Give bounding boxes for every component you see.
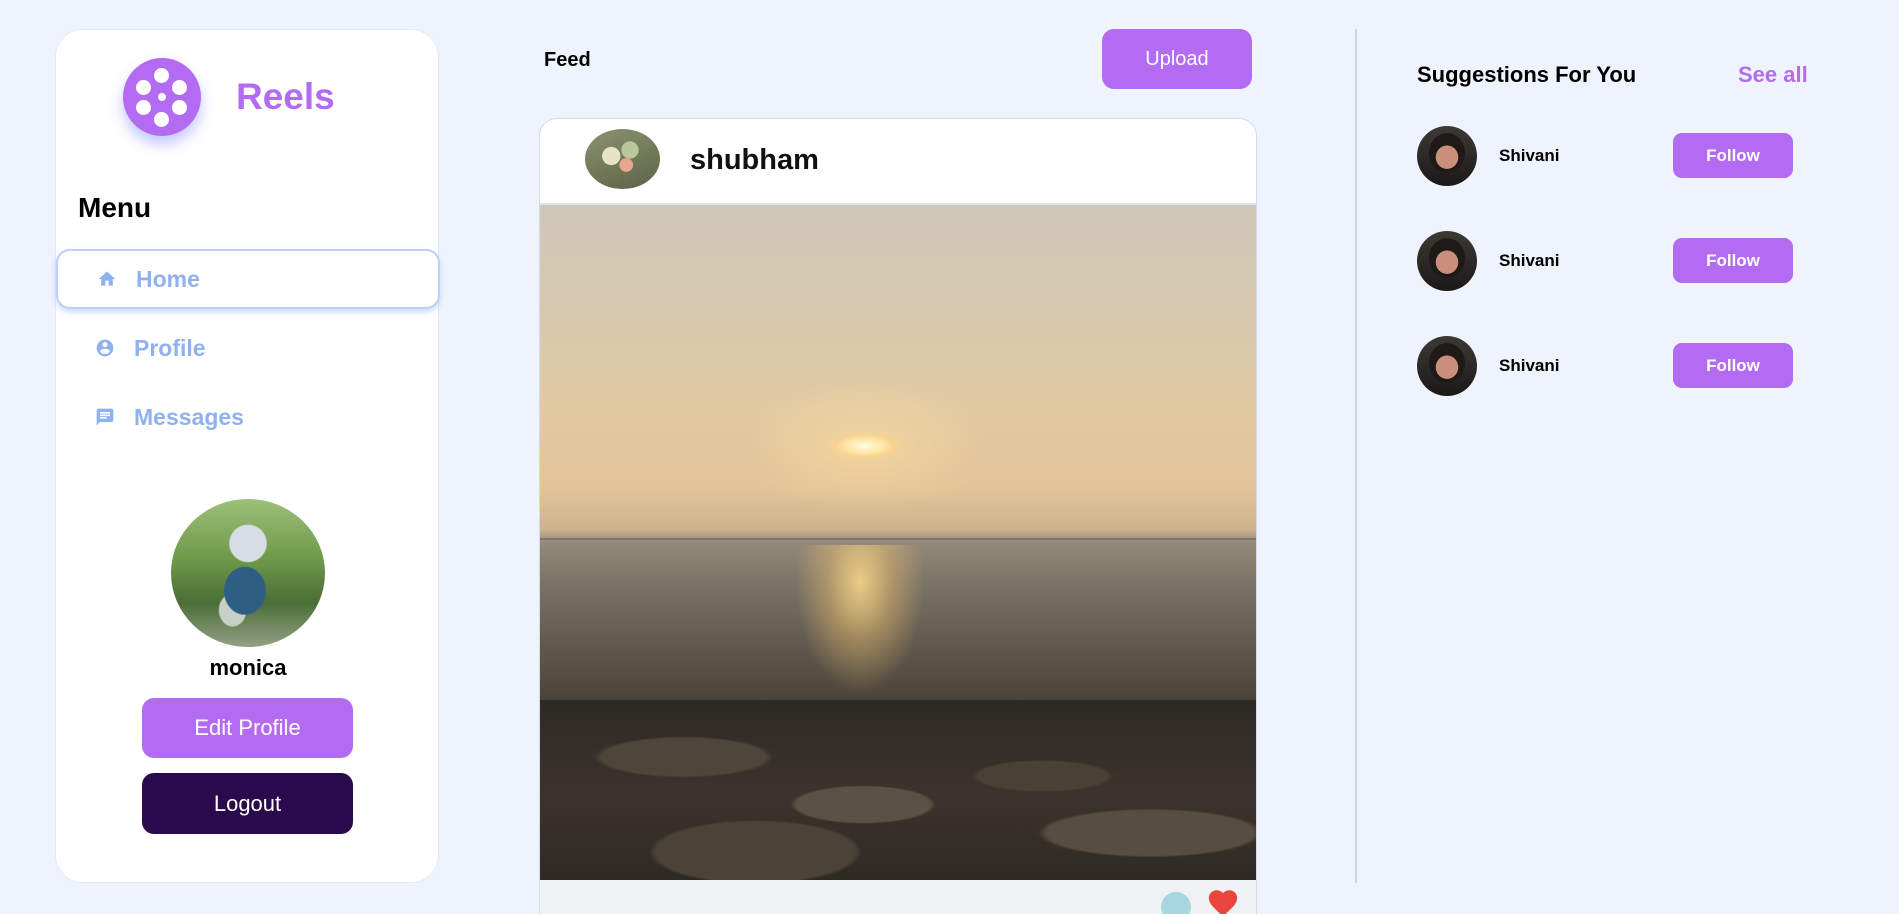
nav-item-messages[interactable]: Messages — [56, 387, 440, 447]
post-actions — [540, 880, 1256, 914]
brand-name[interactable]: Reels — [236, 76, 335, 118]
see-all-link[interactable]: See all — [1738, 62, 1808, 88]
divider — [1355, 29, 1357, 883]
nav-item-home[interactable]: Home — [56, 249, 440, 309]
suggestion-name[interactable]: Shivani — [1499, 251, 1559, 271]
post-avatar[interactable] — [585, 129, 660, 189]
avatar[interactable] — [1417, 336, 1477, 396]
post-header: shubham — [540, 119, 1256, 205]
upload-button[interactable]: Upload — [1102, 29, 1252, 89]
avatar[interactable] — [1417, 126, 1477, 186]
follow-button[interactable]: Follow — [1673, 238, 1793, 283]
sidebar: Reels Menu Home Profile Messages monica … — [55, 29, 440, 883]
nav-item-label: Messages — [134, 403, 244, 430]
heart-icon[interactable] — [1206, 886, 1240, 914]
suggestions-title: Suggestions For You — [1417, 62, 1637, 87]
suggestion-name[interactable]: Shivani — [1499, 356, 1559, 376]
suggestion-name[interactable]: Shivani — [1499, 146, 1559, 166]
home-icon — [96, 268, 118, 290]
post-video[interactable] — [540, 205, 1256, 880]
avatar[interactable] — [1417, 231, 1477, 291]
follow-button[interactable]: Follow — [1673, 133, 1793, 178]
feed-post: shubham — [539, 118, 1257, 914]
comment-icon[interactable] — [1161, 892, 1191, 914]
film-reel-icon[interactable] — [123, 58, 201, 136]
logout-button[interactable]: Logout — [142, 773, 353, 834]
message-icon — [94, 406, 116, 428]
suggestion-item: Shivani Follow — [1417, 231, 1797, 293]
account-circle-icon — [94, 337, 116, 359]
nav-item-label: Profile — [134, 334, 206, 361]
post-username[interactable]: shubham — [690, 144, 819, 177]
nav-item-profile[interactable]: Profile — [56, 318, 440, 378]
follow-button[interactable]: Follow — [1673, 343, 1793, 388]
edit-profile-button[interactable]: Edit Profile — [142, 698, 353, 758]
feed-title: Feed — [544, 49, 591, 71]
avatar[interactable] — [171, 499, 325, 647]
nav-item-label: Home — [136, 265, 200, 292]
suggestion-item: Shivani Follow — [1417, 336, 1797, 398]
menu-title: Menu — [78, 192, 152, 223]
suggestion-item: Shivani Follow — [1417, 126, 1797, 188]
profile-username: monica — [209, 655, 287, 680]
